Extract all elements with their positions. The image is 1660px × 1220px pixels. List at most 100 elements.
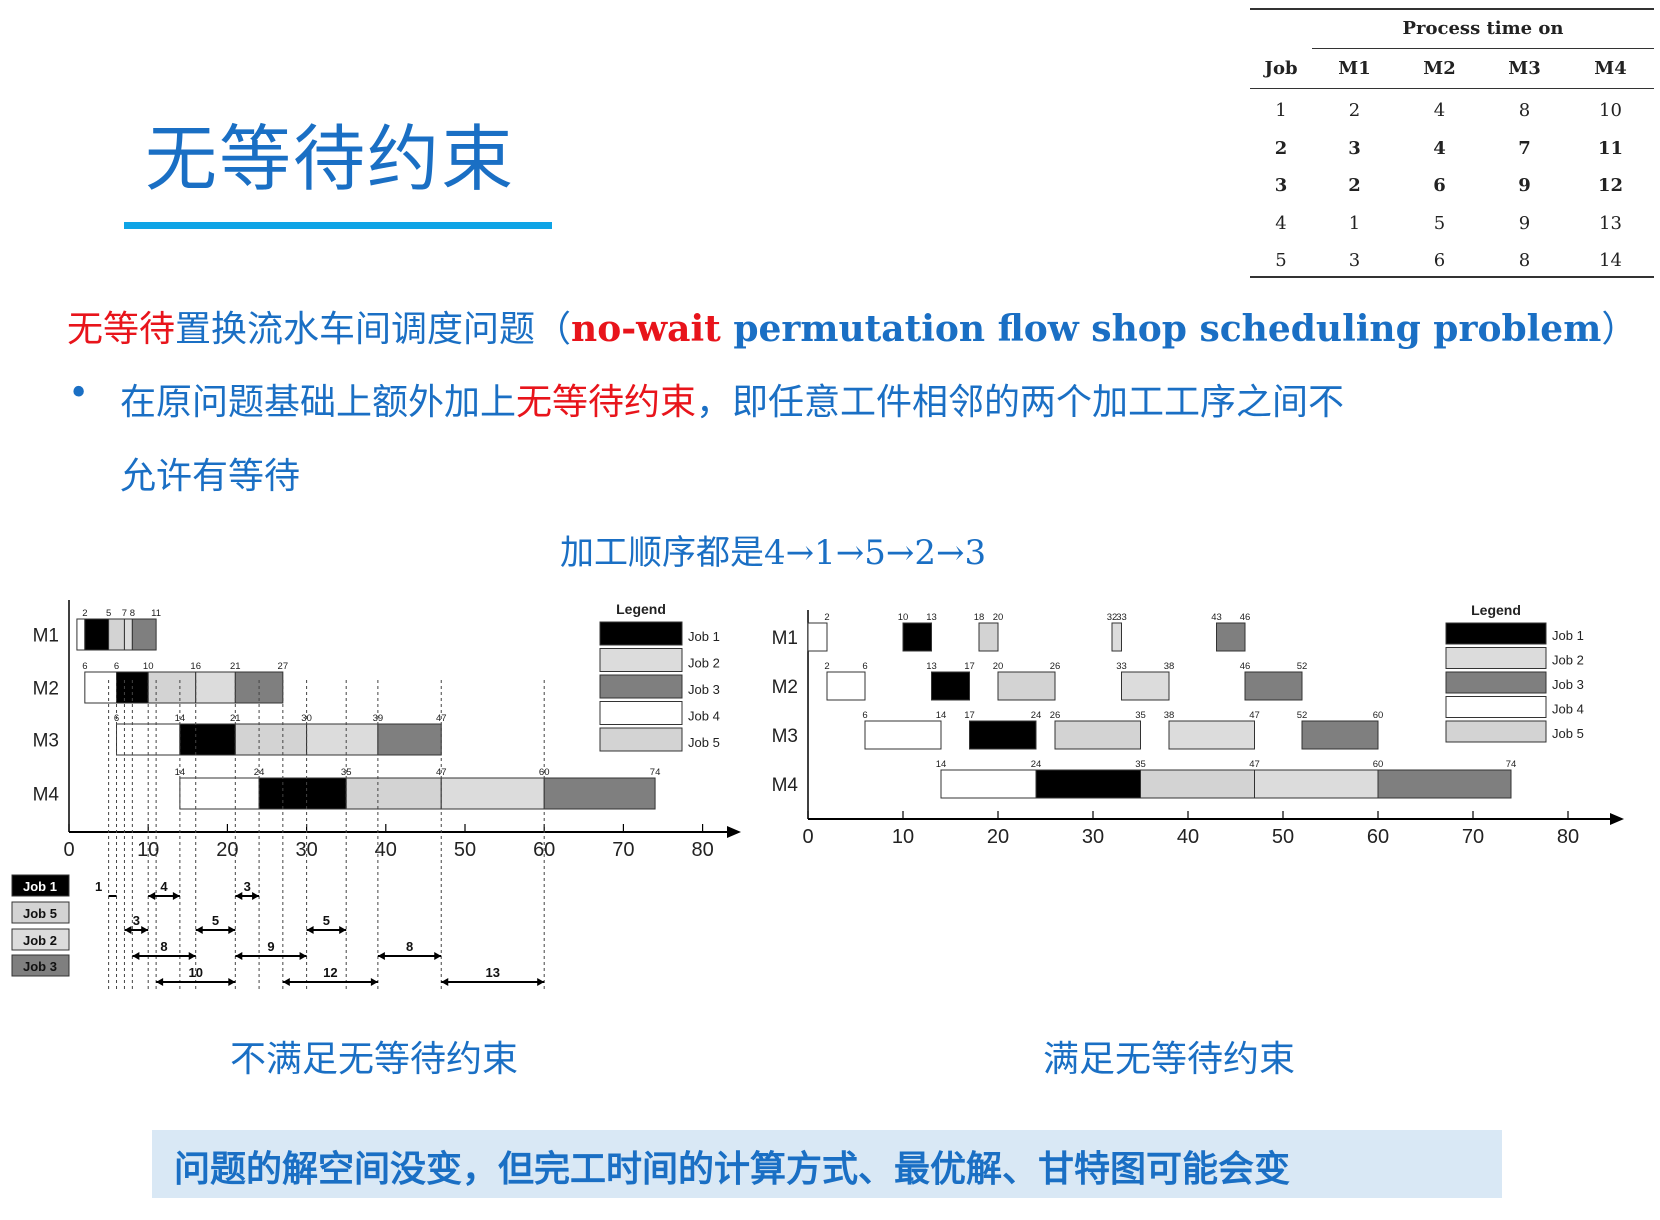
x-tick-label: 40 [1177,826,1199,848]
legend-label: Job 4 [688,709,720,724]
table-cell: 11 [1597,137,1624,159]
caption-left: 不满足无等待约束 [230,1039,519,1080]
table-cell: 3 [1348,250,1361,271]
problem-definition: 无等待置换流水车间调度问题（no-wait permutation flow s… [67,300,1637,352]
bullet-continuation: 允许有等待 [120,456,301,497]
x-tick-label: 80 [1557,826,1579,848]
gantt-chart-no-wait-satisfied: 0 10 20 30 40 50 60 70 80M1M2M3M42 10 13 18 20 3233 43… [772,602,1624,848]
x-tick-label: 60 [1367,826,1389,848]
gantt-bar-job2 [306,723,379,756]
x-tick-label: 20 [987,826,1009,848]
time-label: 33 [1116,612,1127,623]
gantt-bar-job4 [864,720,942,750]
arrow-left-icon [195,926,203,934]
bullet-text: 在原问题基础上额外加上无等待约束，即任意工件相邻的两个加工工序之间不 [120,373,1344,425]
gantt-bar-job1 [1035,769,1141,799]
x-tick-label: 0 [802,826,813,848]
gantt-bar-job2 [1111,622,1122,652]
legend-swatch-job3 [1445,671,1547,694]
machine-label: M4 [772,775,799,796]
table-cell: 2 [1348,100,1361,121]
gantt-bar-job4 [807,622,828,652]
gantt-bar-job3 [543,777,656,810]
table-cell: 8 [1518,250,1531,271]
wait-duration-label: 3 [244,879,251,894]
legend-swatch-job1 [599,621,683,646]
legend-label: Job 5 [688,735,720,750]
table-cell: 5 [1433,212,1446,234]
wait-legend-label: Job 2 [23,933,57,948]
gantt-bar-job2 [1254,769,1379,799]
gantt-bar-job4 [179,777,260,810]
time-label: 14 [936,759,947,770]
legend-swatch-job4 [599,701,683,725]
bullet-part1: 在原问题基础上额外加上 [120,382,517,423]
time-label: 10 [143,661,154,672]
legend-label: Job 4 [1552,702,1584,717]
caption-right: 满足无等待约束 [1043,1039,1296,1080]
time-label: 21 [230,661,241,672]
table-cell: 3 [1348,137,1361,159]
legend-label: Job 3 [688,682,720,697]
arrow-left-icon [235,892,243,900]
gantt-bar-job1 [931,671,970,701]
arrow-left-icon [441,978,449,986]
gantt-bar-job5 [345,777,442,810]
legend-label: Job 2 [1552,653,1584,668]
machine-label: M3 [33,731,59,752]
time-label: 43 [1211,612,1222,623]
gantt-bar-job4 [76,618,86,651]
arrow-right-icon [172,892,180,900]
table-cell: 4 [1433,100,1446,121]
table-title: Process time on [1402,18,1564,39]
table-cell: 2 [1274,137,1288,159]
table-cell: 6 [1433,250,1446,271]
x-tick-label: 30 [1082,826,1104,848]
gantt-bar-job5 [1054,720,1141,750]
arrow-right-icon [339,926,347,934]
table-cell: 2 [1348,175,1361,196]
gantt-bar-job3 [1244,671,1303,701]
time-label: 13 [926,612,937,623]
wait-legend-label: Job 1 [23,879,57,894]
time-label: 20 [993,612,1004,623]
legend-label: Job 3 [1552,677,1584,692]
legend-label: Job 2 [688,656,720,671]
x-tick-label: 0 [63,839,74,861]
time-label: 16 [190,661,201,672]
wait-duration-label: 10 [188,965,202,980]
wait-legend-label: Job 3 [23,959,57,974]
x-tick-label: 50 [454,839,476,861]
time-label: 38 [1164,710,1175,721]
gantt-bar-job1 [902,622,932,652]
legend-title: Legend [616,601,666,617]
time-label: 20 [993,661,1004,672]
arrow-left-icon [306,926,314,934]
no-wait-term-en: no-wait [571,308,721,350]
time-label: 24 [1031,759,1042,770]
table-cell: 14 [1599,250,1622,271]
legend-label: Job 1 [688,629,720,644]
time-label: 27 [278,661,289,672]
table-cell: 1 [1275,100,1287,121]
time-label: 2 [824,661,829,672]
gantt-chart-no-wait-violated: 0 10 20 30 40 50 60 70 80M1M2M3M42 5 7 8 116 6 10 16 21 2… [11,600,741,992]
gantt-bar-job4 [84,671,118,704]
x-tick-label: 50 [1272,826,1294,848]
table-cell: 9 [1518,212,1531,234]
gantt-bar-job5 [234,723,308,756]
table-cell: 7 [1518,137,1531,159]
wait-duration-label: 9 [267,939,274,954]
table-cell: 9 [1518,175,1531,196]
table-group-rule [1312,48,1654,49]
time-label: 47 [1249,759,1260,770]
table-cell: 8 [1518,100,1531,121]
table-header-cell: M2 [1423,58,1456,79]
time-label: 7 [122,608,127,619]
wait-duration-label: 4 [160,879,168,894]
legend-swatch-job4 [1445,696,1547,718]
time-label: 47 [1249,710,1260,721]
x-tick-label: 80 [691,839,713,861]
bullet-part2: ，即任意工件相邻的两个加工工序之间不 [696,382,1345,423]
x-tick-label: 70 [612,839,634,861]
